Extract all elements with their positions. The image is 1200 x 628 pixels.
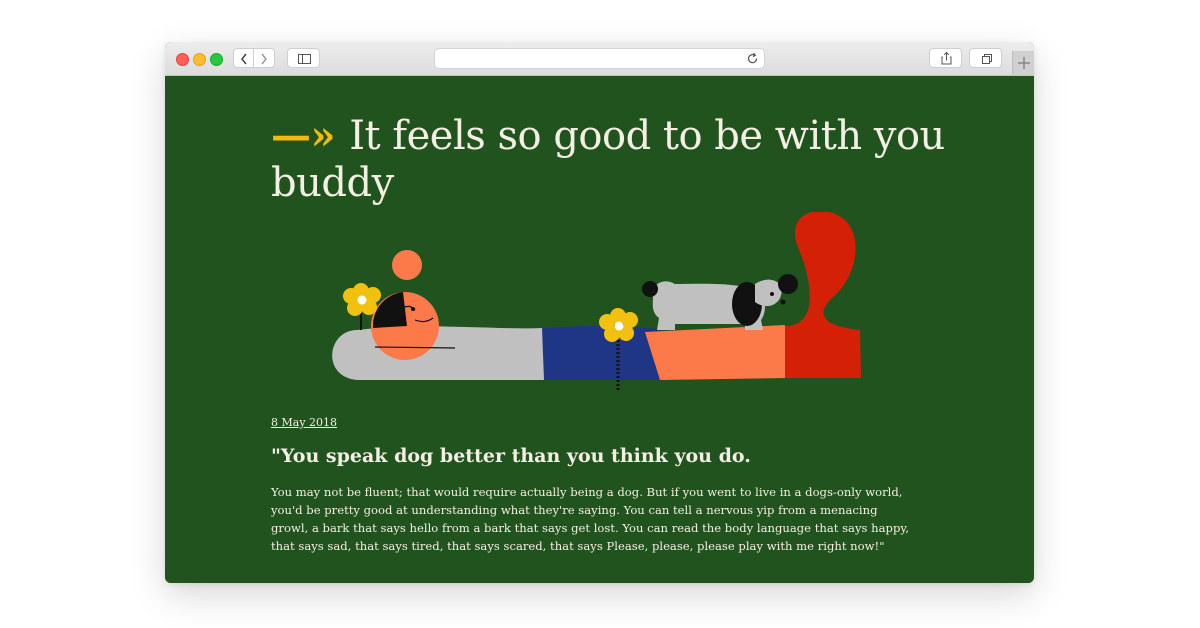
article-body: You may not be fluent; that would requir… xyxy=(271,485,910,553)
reload-icon[interactable] xyxy=(746,52,759,65)
address-bar[interactable] xyxy=(434,48,765,69)
article-title: "You speak dog better than you think you… xyxy=(271,445,751,467)
headline-text: It feels so good to be with you buddy xyxy=(271,113,945,206)
chevron-right-icon xyxy=(261,53,267,65)
navy-trousers xyxy=(542,325,660,380)
sidebar-toggle-button[interactable] xyxy=(287,48,320,68)
browser-toolbar xyxy=(165,42,1034,76)
page-headline: —» It feels so good to be with you buddy xyxy=(271,112,991,207)
grey-blanket xyxy=(332,326,545,380)
person-and-dog-illustration xyxy=(332,212,861,390)
tab-overview-button[interactable] xyxy=(969,48,1002,68)
close-window-button[interactable] xyxy=(176,53,189,66)
forward-button[interactable] xyxy=(254,48,275,68)
new-tab-button[interactable] xyxy=(1012,51,1034,75)
coral-shirt xyxy=(645,325,787,380)
arrow-icon: —» xyxy=(271,112,336,159)
red-tree-shape xyxy=(785,212,861,378)
browser-window: —» It feels so good to be with you buddy xyxy=(165,42,1034,583)
article-date[interactable]: 8 May 2018 xyxy=(271,416,337,429)
chevron-left-icon xyxy=(241,53,247,65)
plus-icon xyxy=(1018,57,1030,69)
maximize-window-button[interactable] xyxy=(210,53,223,66)
back-button[interactable] xyxy=(233,48,254,68)
tabs-icon xyxy=(982,54,992,64)
sidebar-icon xyxy=(298,54,311,64)
share-button[interactable] xyxy=(929,48,962,68)
share-icon xyxy=(941,51,952,65)
dog-figure xyxy=(642,274,798,330)
page-content: —» It feels so good to be with you buddy xyxy=(165,76,1034,583)
minimize-window-button[interactable] xyxy=(193,53,206,66)
